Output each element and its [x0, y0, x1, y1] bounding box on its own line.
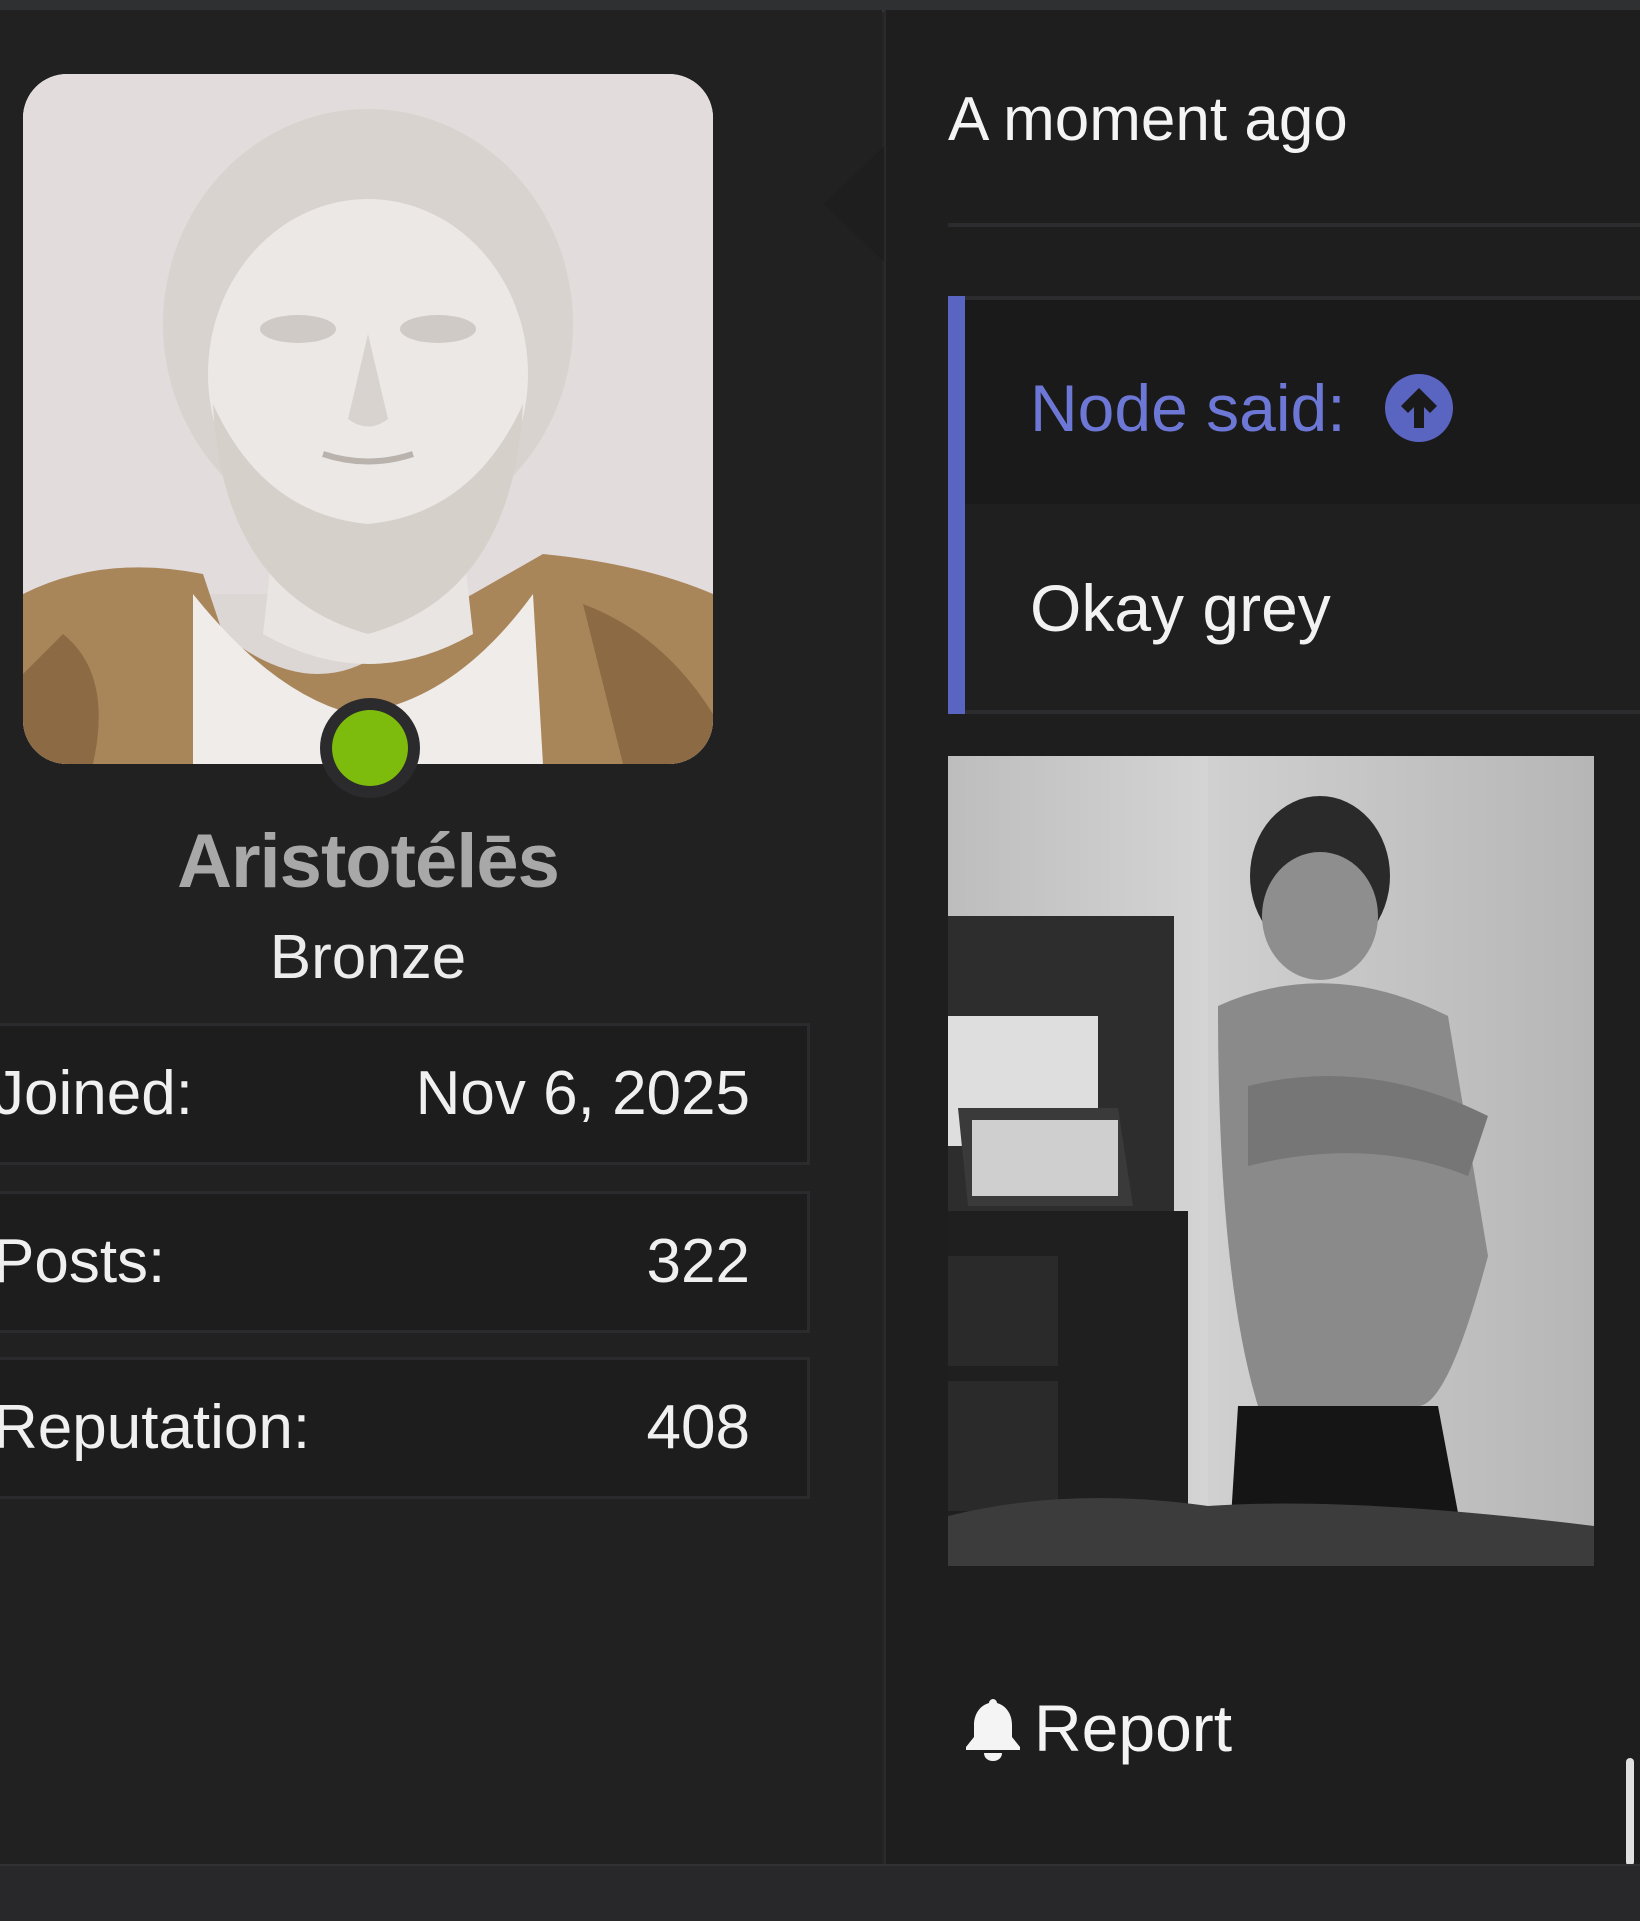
quote-author-label: Node said: [1030, 371, 1346, 445]
post-timestamp[interactable]: A moment ago [948, 84, 1348, 155]
quote-author[interactable]: Node said: [1030, 370, 1454, 446]
stat-row-posts: Posts: 322 [0, 1191, 810, 1333]
arrow-up-circle-icon[interactable] [1384, 373, 1454, 443]
stat-label: Reputation: [0, 1393, 311, 1462]
post-container: Aristotélēs Bronze Joined: Nov 6, 2025 P… [0, 0, 1640, 1921]
username[interactable]: Aristotélēs [0, 818, 736, 905]
stat-row-reputation: Reputation: 408 [0, 1357, 810, 1499]
report-button[interactable]: Report [962, 1690, 1232, 1766]
stat-value: 408 [646, 1393, 750, 1462]
message-bubble-arrow [824, 146, 884, 262]
stat-label: Posts: [0, 1227, 166, 1296]
quote-accent-bar [948, 296, 965, 714]
online-indicator [332, 710, 408, 786]
bell-icon [966, 1699, 1020, 1761]
avatar[interactable] [23, 74, 713, 764]
quote-body: Okay grey [1030, 571, 1331, 645]
quote-block: Node said: Okay grey [948, 296, 1640, 714]
stat-row-joined: Joined: Nov 6, 2025 [0, 1023, 810, 1165]
post-image[interactable] [948, 756, 1594, 1566]
stat-value: Nov 6, 2025 [415, 1059, 750, 1128]
bottom-bar [0, 1864, 1640, 1921]
stat-value: 322 [646, 1227, 750, 1296]
online-status-dot [320, 698, 420, 798]
user-rank: Bronze [269, 923, 467, 992]
avatar-bust-image [23, 74, 713, 764]
scrollbar-thumb[interactable] [1626, 1758, 1634, 1866]
stat-label: Joined: [0, 1059, 193, 1128]
post-photo [948, 756, 1594, 1566]
header-divider [948, 223, 1640, 227]
report-label: Report [1034, 1691, 1233, 1765]
